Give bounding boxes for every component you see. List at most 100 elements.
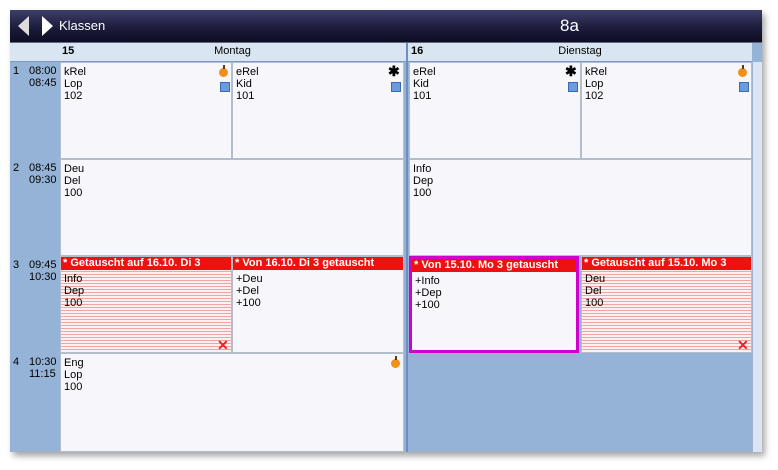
lesson-subject: kRel (585, 66, 608, 78)
lesson-room: 100 (413, 187, 432, 199)
lesson-room: 100 (585, 297, 604, 309)
period-number: 2 (13, 162, 20, 174)
lesson-room: 100 (64, 381, 83, 393)
day-header-tuesday[interactable]: 16 Dienstag (408, 43, 752, 62)
lesson-teacher: Kid (413, 78, 429, 90)
blue-square-icon (391, 82, 401, 92)
lesson-subject: +Info (415, 275, 440, 287)
period-end: 10:30 (29, 271, 57, 283)
lesson-teacher: Del (64, 175, 81, 187)
lesson-tue-p3-swapped-away[interactable]: * Getauscht auf 15.10. Mo 3 Deu Del 100 … (581, 256, 752, 353)
period-start: 09:45 (29, 259, 57, 271)
asterisk-icon: ✱ (388, 63, 400, 79)
lesson-tue-p3-swapped-in-selected[interactable]: * Von 15.10. Mo 3 getauscht +Info +Dep +… (409, 256, 579, 353)
lesson-teacher: Dep (64, 285, 85, 297)
lesson-mon-p4-eng[interactable]: Eng Lop 100 (60, 353, 404, 452)
asterisk-icon: ✱ (565, 63, 577, 79)
day-name: Montag (214, 45, 251, 57)
orange-apple-icon (738, 65, 747, 77)
period-times: 09:45 10:30 (29, 259, 57, 283)
lesson-room: 102 (585, 90, 604, 102)
lesson-mon-p1-krel[interactable]: kRel Lop 102 (60, 62, 232, 159)
period-times: 10:30 11:15 (29, 356, 57, 380)
lesson-lines: Deu Del 100 (64, 163, 84, 199)
triangle-right-icon[interactable] (42, 16, 53, 36)
lesson-lines: Deu Del 100 (585, 273, 605, 309)
corner-header (10, 43, 59, 62)
swap-banner: * Getauscht auf 15.10. Mo 3 (582, 257, 751, 270)
lesson-subject: Deu (64, 163, 85, 175)
lesson-tue-p2-info[interactable]: Info Dep 100 (409, 159, 752, 256)
class-title: 8a (560, 16, 579, 35)
lesson-teacher: Lop (585, 78, 604, 90)
lesson-lines: eRel Kid 101 (236, 66, 259, 102)
triangle-left-icon[interactable] (18, 16, 29, 36)
blue-square-icon (568, 82, 578, 92)
orange-apple-icon (219, 65, 228, 77)
swap-banner: * Von 15.10. Mo 3 getauscht (412, 259, 576, 272)
blue-square-icon (220, 82, 230, 92)
lesson-subject: kRel (64, 66, 87, 78)
lesson-teacher: Del (585, 285, 602, 297)
lesson-room: 100 (64, 297, 83, 309)
lesson-subject: Info (64, 273, 83, 285)
period-end: 08:45 (29, 77, 57, 89)
swap-banner: * Von 16.10. Di 3 getauscht (233, 257, 403, 270)
lesson-teacher: Lop (64, 369, 83, 381)
lesson-lines: Info Dep 100 (413, 163, 433, 199)
lesson-mon-p2-deu[interactable]: Deu Del 100 (60, 159, 404, 256)
lesson-tue-p1-erel[interactable]: eRel Kid 101 ✱ (409, 62, 581, 159)
lesson-teacher: Kid (236, 78, 252, 90)
lesson-lines: kRel Lop 102 (585, 66, 607, 102)
day-header-monday[interactable]: 15 Montag (59, 43, 406, 62)
period-times: 08:45 09:30 (29, 162, 57, 186)
period-start: 10:30 (29, 356, 57, 368)
period-start: 08:45 (29, 162, 57, 174)
lesson-room: 101 (413, 90, 432, 102)
day-name: Dienstag (558, 45, 602, 57)
lesson-mon-p3-swapped-away[interactable]: * Getauscht auf 16.10. Di 3 Info Dep 100… (60, 256, 232, 353)
swap-banner: * Getauscht auf 16.10. Di 3 (61, 257, 231, 270)
lesson-subject: Info (413, 163, 432, 175)
period-times: 08:00 08:45 (29, 65, 57, 89)
timetable-window: Klassen 8a 15 Montag 16 Dienstag 1 08:00… (10, 10, 762, 452)
vertical-scrollbar[interactable] (752, 62, 762, 452)
period-number: 1 (13, 65, 20, 77)
period-column: 1 08:00 08:45 2 08:45 09:30 3 09:45 10:30 4… (10, 62, 58, 452)
lesson-lines: Eng Lop 100 (64, 357, 84, 393)
lesson-lines: Info Dep 100 (64, 273, 84, 309)
lesson-mon-p3-swapped-in[interactable]: * Von 16.10. Di 3 getauscht +Deu +Del +1… (232, 256, 404, 353)
lesson-room: +100 (236, 297, 261, 309)
orange-apple-icon (391, 356, 400, 368)
red-x-icon: ✕ (217, 337, 229, 353)
period-end: 09:30 (29, 174, 57, 186)
lesson-lines: kRel Lop 102 (64, 66, 86, 102)
lesson-room: 100 (64, 187, 83, 199)
lesson-teacher: Dep (413, 175, 434, 187)
lesson-subject: eRel (413, 66, 436, 78)
lesson-lines: +Info +Dep +100 (415, 275, 442, 311)
lesson-teacher: +Dep (415, 287, 442, 299)
lesson-subject: eRel (236, 66, 259, 78)
back-label-klassen[interactable]: Klassen (59, 18, 105, 33)
lesson-teacher: Lop (64, 78, 83, 90)
lesson-teacher: +Del (236, 285, 259, 297)
blue-square-icon (739, 82, 749, 92)
lesson-subject: Eng (64, 357, 84, 369)
lesson-room: 101 (236, 90, 255, 102)
lesson-mon-p1-erel[interactable]: eRel Kid 101 ✱ (232, 62, 404, 159)
lesson-subject: Deu (585, 273, 606, 285)
period-end: 11:15 (29, 368, 56, 380)
period-number: 4 (13, 356, 20, 368)
period-number: 3 (13, 259, 20, 271)
red-x-icon: ✕ (737, 337, 749, 353)
period-start: 08:00 (29, 65, 57, 77)
lesson-room: 102 (64, 90, 83, 102)
lesson-subject: +Deu (236, 273, 263, 285)
title-bar: Klassen 8a (10, 10, 762, 43)
day-separator (406, 43, 408, 452)
lesson-room: +100 (415, 299, 440, 311)
lesson-lines: eRel Kid 101 (413, 66, 436, 102)
lesson-tue-p1-krel[interactable]: kRel Lop 102 (581, 62, 752, 159)
lesson-lines: +Deu +Del +100 (236, 273, 263, 309)
